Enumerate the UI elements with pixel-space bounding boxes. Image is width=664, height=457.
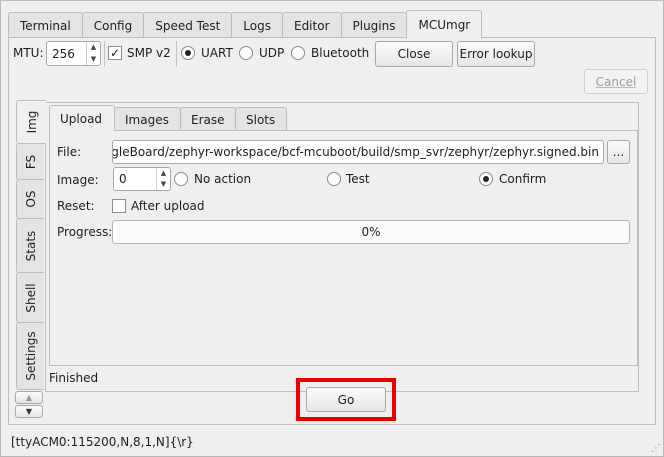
side-tab-stats[interactable]: Stats [16,218,44,273]
side-tab-shell[interactable]: Shell [16,272,44,323]
tab-slots[interactable]: Slots [235,107,287,131]
tab-mcumgr[interactable]: MCUmgr [406,10,483,39]
top-tab-bar: Terminal Config Speed Test Logs Editor P… [8,10,483,39]
mtu-label: MTU: [13,46,44,60]
tab-editor[interactable]: Editor [281,12,342,38]
close-button[interactable]: Close [375,41,453,67]
no-action-radio[interactable] [174,172,188,186]
image-stepper[interactable]: ▲ ▼ [156,168,170,190]
mtu-stepper[interactable]: ▲ ▼ [86,42,100,65]
cancel-button[interactable]: Cancel [584,69,648,94]
statusbar-text: [ttyACM0:115200,N,8,1,N]{\r} [11,435,194,449]
side-tab-settings[interactable]: Settings [16,322,44,390]
udp-radio[interactable] [239,46,253,60]
reset-label: Reset: [57,199,95,213]
bluetooth-radio[interactable] [291,46,305,60]
upload-panel [49,130,638,366]
file-path-value: /BeagleBoard/zephyr-workspace/bcf-mcuboo… [112,145,599,159]
after-upload-label: After upload [131,199,205,213]
smp-v2-label: SMP v2 [127,46,171,60]
bluetooth-label: Bluetooth [311,46,370,60]
tab-images[interactable]: Images [114,107,181,131]
progress-label: Progress: [57,225,113,239]
browse-button[interactable]: ... [607,140,630,164]
image-spinbox[interactable]: 0 ▲ ▼ [113,167,171,191]
side-tab-os[interactable]: OS [16,179,44,219]
file-path-input[interactable]: /BeagleBoard/zephyr-workspace/bcf-mcuboo… [112,140,604,164]
no-action-label: No action [194,172,252,186]
tab-speed-test[interactable]: Speed Test [143,12,233,38]
image-label: Image: [57,173,99,187]
tab-terminal[interactable]: Terminal [8,12,83,38]
tab-upload[interactable]: Upload [49,105,115,131]
tab-config[interactable]: Config [81,12,145,38]
mtu-value: 256 [52,46,75,61]
stepper-up-icon[interactable]: ▲ [91,44,96,51]
progress-text: 0% [361,225,381,239]
status-text: Finished [49,371,99,385]
tab-plugins[interactable]: Plugins [340,12,408,38]
side-scroll-down-button[interactable]: ▼ [15,405,43,418]
arrow-down-icon: ▼ [25,407,33,416]
after-upload-checkbox[interactable] [112,199,126,213]
size-grip-icon[interactable]: ⋰ [651,444,661,454]
udp-label: UDP [259,46,285,60]
error-lookup-button[interactable]: Error lookup [457,41,535,67]
progress-bar: 0% [112,220,630,244]
go-button[interactable]: Go [306,387,386,412]
mtu-spinbox[interactable]: 256 ▲ ▼ [46,41,101,66]
stepper-down-icon[interactable]: ▼ [91,55,96,63]
toolbar-separator [176,41,177,67]
image-value: 0 [119,172,127,186]
test-label: Test [346,172,370,186]
smp-v2-checkbox[interactable]: ✓ [108,46,122,60]
confirm-label: Confirm [499,172,547,186]
side-scroll-up-button[interactable]: ▲ [15,391,43,404]
tab-erase[interactable]: Erase [180,107,236,131]
uart-label: UART [201,46,233,60]
checkmark-icon: ✓ [109,46,121,60]
side-tab-img[interactable]: Img [16,100,46,144]
uart-radio[interactable] [181,46,195,60]
stepper-up-icon[interactable]: ▲ [161,170,166,177]
file-label: File: [57,145,82,159]
toolbar-separator [104,41,105,67]
side-tab-fs[interactable]: FS [16,143,44,180]
tab-logs[interactable]: Logs [231,12,283,38]
confirm-radio[interactable] [479,172,493,186]
arrow-up-icon: ▲ [25,393,33,402]
test-radio[interactable] [327,172,341,186]
stepper-down-icon[interactable]: ▼ [161,181,166,188]
